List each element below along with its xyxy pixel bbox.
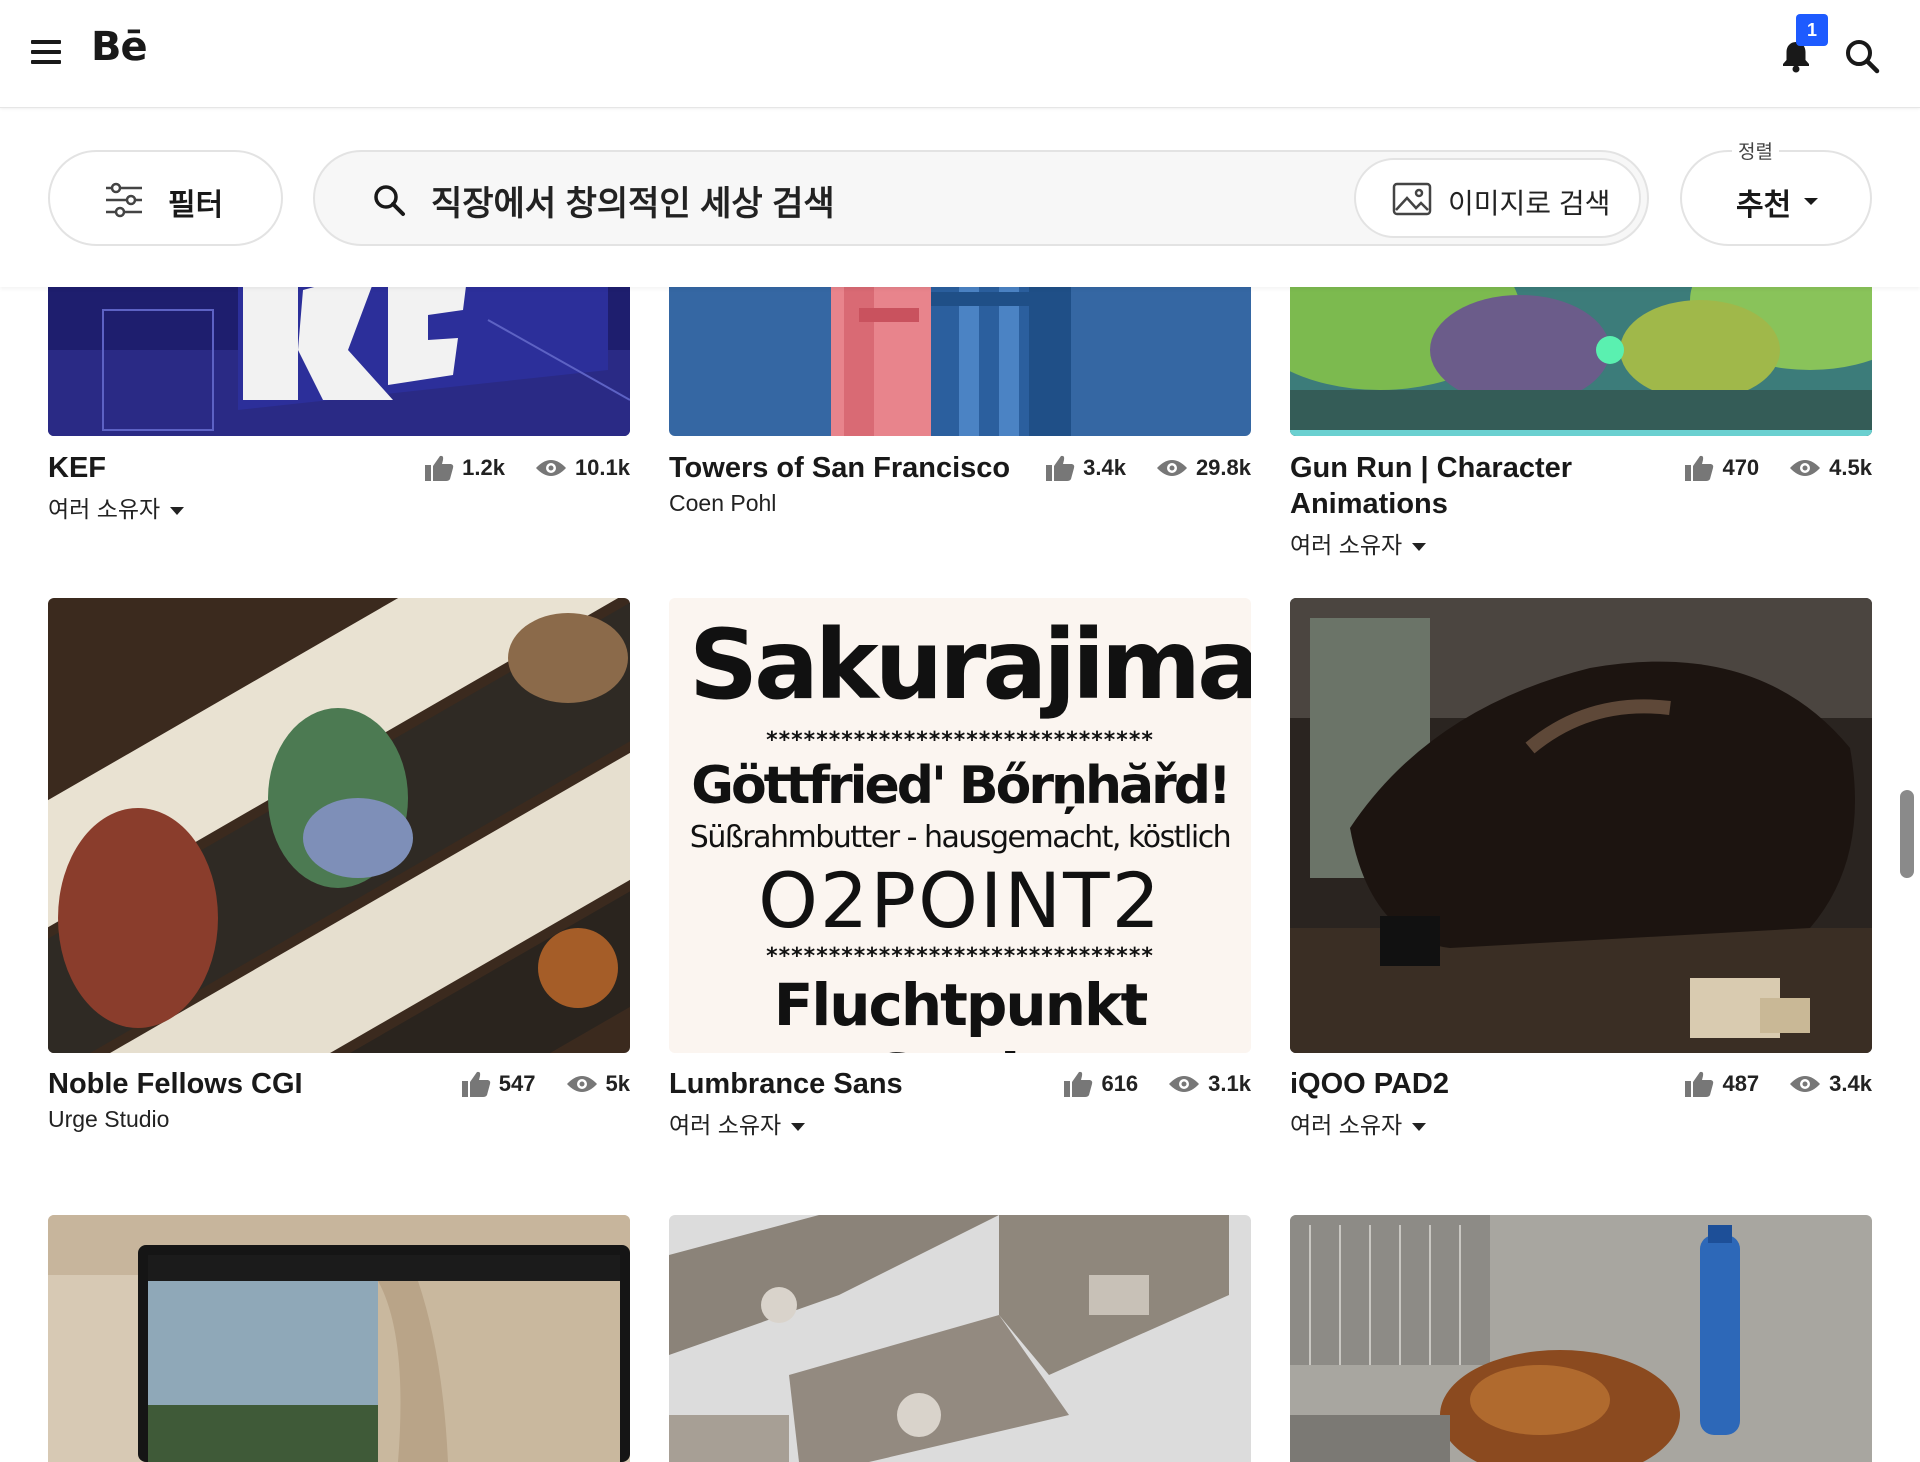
filter-button[interactable]: 필터: [48, 150, 283, 246]
likes-count: 3.4k: [1083, 455, 1126, 480]
likes-count: 1.2k: [462, 455, 505, 480]
specimen-line: Göttfried' Bőrņhăřd!: [691, 756, 1231, 816]
views-count: 3.1k: [1208, 1071, 1251, 1096]
thumbs-up-icon: [1685, 455, 1714, 481]
views-count: 29.8k: [1195, 455, 1251, 480]
project-stats: 487 3.4k: [1684, 1066, 1872, 1102]
specimen-line: Süßrahmbutter - hausgemacht, köstlich: [689, 820, 1232, 855]
thumbs-up-icon: [461, 1071, 491, 1097]
project-title[interactable]: KEF: [48, 450, 106, 486]
noble-fellows-thumbnail-image: [48, 598, 630, 1053]
project-owner[interactable]: 여러 소유자: [48, 490, 185, 524]
top-navigation-bar: Bē 1: [0, 0, 1920, 108]
sort-dropdown[interactable]: 추천: [1680, 150, 1872, 246]
owner-name: 여러 소유자: [1290, 532, 1403, 558]
eye-icon: [1790, 1076, 1821, 1092]
project-title[interactable]: iQOO PAD2: [1290, 1066, 1449, 1102]
owner-name: 여러 소유자: [48, 496, 161, 522]
project-thumbnail[interactable]: Sakurajima *****************************…: [669, 598, 1251, 1053]
search-icon: [374, 185, 405, 216]
project-thumbnail[interactable]: [669, 1215, 1251, 1462]
project-owner[interactable]: Urge Studio: [48, 1106, 169, 1133]
project-stats: 470 4.5k: [1684, 450, 1872, 486]
likes-count: 470: [1722, 455, 1760, 480]
project-title[interactable]: Gun Run | Character Animations: [1290, 450, 1650, 522]
views-count: 3.4k: [1829, 1071, 1872, 1096]
views-count: 4.5k: [1829, 455, 1872, 480]
owner-name: 여러 소유자: [1290, 1112, 1403, 1138]
views-count: 5k: [605, 1071, 630, 1096]
likes-count: 547: [498, 1071, 536, 1096]
chevron-down-icon: [1804, 198, 1818, 205]
eye-icon: [1169, 1076, 1200, 1092]
project-stats: 1.2k 10.1k: [424, 450, 630, 486]
project-title[interactable]: Towers of San Francisco: [669, 450, 1010, 486]
search-icon[interactable]: [1842, 36, 1882, 76]
eye-icon: [535, 460, 566, 476]
views-count: 10.1k: [574, 455, 630, 480]
project-stats: 616 3.1k: [1063, 1066, 1251, 1102]
eye-icon: [1790, 460, 1821, 476]
likes-count: 616: [1101, 1071, 1139, 1096]
thumbs-up-icon: [425, 455, 454, 481]
laptop-thumbnail-image: [48, 1215, 630, 1462]
font-specimen: Sakurajima *****************************…: [689, 598, 1251, 1053]
eye-icon: [1156, 460, 1187, 476]
search-placeholder: 직장에서 창의적인 세상 검색: [431, 185, 835, 223]
project-thumbnail[interactable]: [48, 1215, 630, 1462]
sliders-icon: [106, 182, 142, 218]
filter-bar: 필터 직장에서 창의적인 세상 검색 이미지로 검색 추천 정렬: [0, 109, 1920, 287]
roast-chicken-thumbnail-image: [1290, 1215, 1872, 1462]
books-thumbnail-image: [669, 1215, 1251, 1462]
eye-icon: [566, 1076, 597, 1092]
image-search-label: 이미지로 검색: [1448, 188, 1611, 219]
image-icon: [1392, 182, 1432, 216]
project-title[interactable]: Noble Fellows CGI: [48, 1066, 303, 1102]
project-thumbnail[interactable]: [1290, 598, 1872, 1053]
specimen-line: O2POINT2: [758, 856, 1162, 945]
project-thumbnail[interactable]: [48, 598, 630, 1053]
behance-logo[interactable]: Bē: [91, 24, 148, 70]
owner-name: 여러 소유자: [669, 1112, 782, 1138]
thumbs-up-icon: [1064, 1071, 1093, 1097]
specimen-line: Fluchtpunkt Stadt: [773, 971, 1149, 1053]
sort-value: 추천: [1736, 189, 1792, 222]
iqoo-thumbnail-image: [1290, 598, 1872, 1053]
chevron-down-icon: [1412, 1122, 1427, 1131]
scrollbar-thumb[interactable]: [1900, 790, 1914, 878]
notification-count-badge: 1: [1796, 14, 1828, 46]
project-owner[interactable]: 여러 소유자: [1290, 526, 1427, 560]
project-stats: 3.4k 29.8k: [1045, 450, 1251, 486]
chevron-down-icon: [170, 506, 185, 515]
chevron-down-icon: [1412, 542, 1427, 551]
project-thumbnail[interactable]: [1290, 1215, 1872, 1462]
specimen-stars: *******************************: [766, 728, 1154, 753]
thumbs-up-icon: [1685, 1071, 1714, 1097]
project-stats: 547 5k: [461, 1066, 630, 1102]
menu-icon[interactable]: [31, 40, 61, 66]
specimen-stars: *******************************: [766, 944, 1154, 969]
likes-count: 487: [1722, 1071, 1760, 1096]
sort-caption: 정렬: [1732, 137, 1779, 164]
project-owner[interactable]: 여러 소유자: [1290, 1106, 1427, 1140]
thumbs-up-icon: [1046, 455, 1075, 481]
project-owner[interactable]: 여러 소유자: [669, 1106, 806, 1140]
image-search-button[interactable]: 이미지로 검색: [1354, 158, 1641, 238]
project-owner[interactable]: Coen Pohl: [669, 490, 776, 517]
project-title[interactable]: Lumbrance Sans: [669, 1066, 903, 1102]
chevron-down-icon: [791, 1122, 806, 1131]
filter-label: 필터: [168, 189, 224, 222]
specimen-line: Sakurajima: [689, 609, 1251, 721]
